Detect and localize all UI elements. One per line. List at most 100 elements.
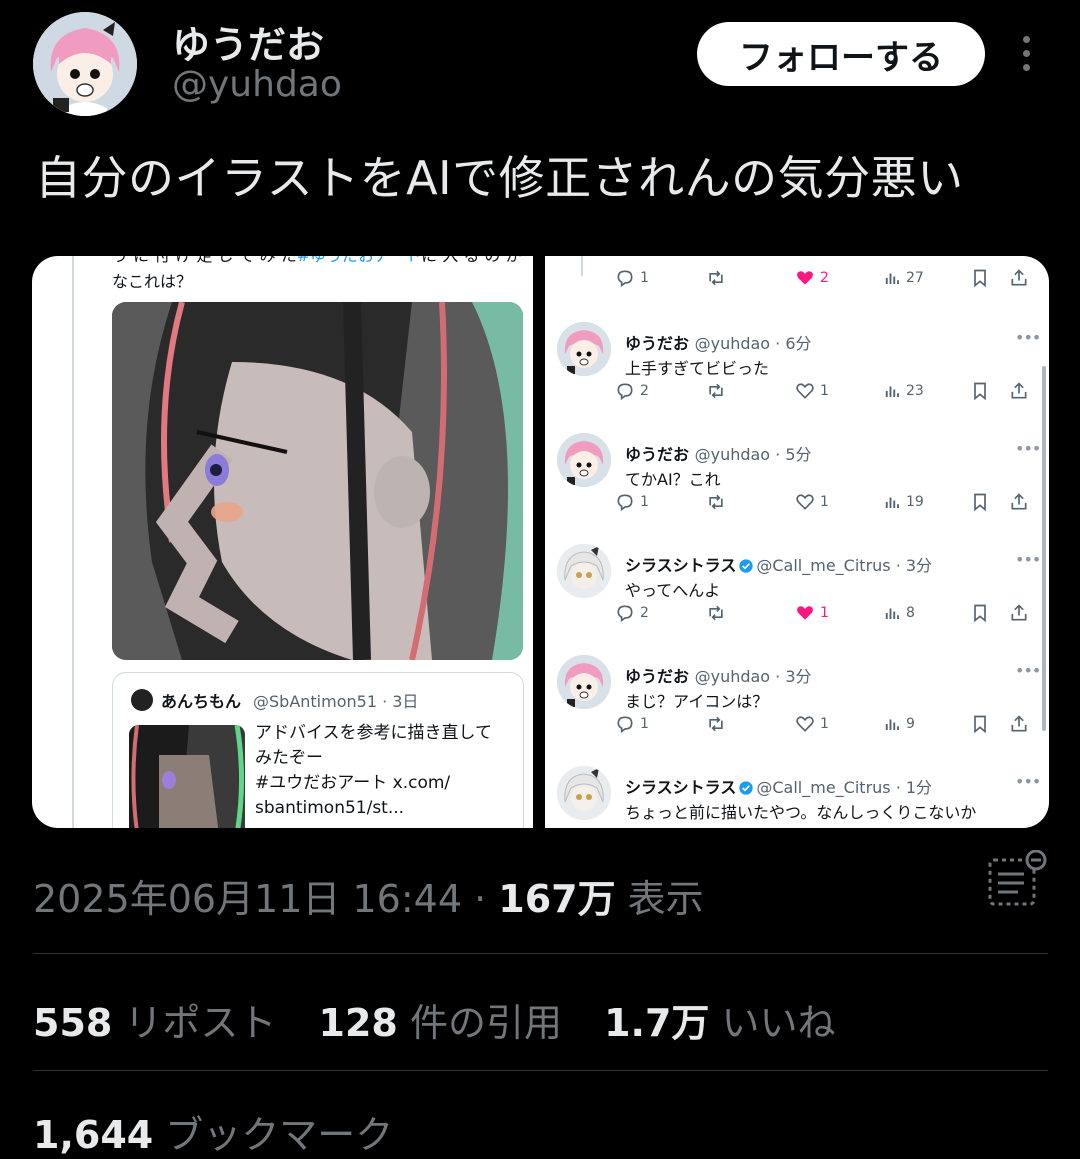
share-button[interactable]: [1009, 266, 1034, 290]
like-button[interactable]: 1: [795, 712, 829, 736]
more-icon[interactable]: •••: [1015, 661, 1041, 680]
verified-icon: [736, 556, 756, 575]
action-bar: 1 1 9: [617, 712, 1045, 736]
quoted-text-line: アドバイスを参考に描き直して: [255, 723, 492, 743]
reply-avatar[interactable]: [557, 544, 611, 598]
like-icon: [795, 714, 820, 734]
reply-count: 1: [640, 716, 649, 732]
bookmark-button[interactable]: [970, 601, 995, 625]
views-icon: [883, 269, 906, 287]
retweet-button[interactable]: [705, 490, 732, 514]
bookmark-button[interactable]: [970, 490, 995, 514]
tweet-media[interactable]: う に 付 け 足 し て み た#ゆうだおアートに 入 る の か なこれは？: [32, 256, 1049, 828]
share-button[interactable]: [1009, 490, 1034, 514]
views-button[interactable]: 8: [883, 601, 915, 625]
follow-button[interactable]: フォローする: [697, 22, 985, 86]
reply-author[interactable]: シラスシトラス @Call_me_Citrus · 1分: [625, 774, 932, 798]
share-button[interactable]: [1009, 601, 1034, 625]
like-button[interactable]: 1: [795, 379, 829, 403]
scrollbar[interactable]: [1042, 366, 1046, 731]
reply-button[interactable]: 2: [615, 601, 649, 625]
thread-line: [72, 256, 74, 828]
retweet-icon: [705, 492, 732, 512]
like-count: 1: [820, 494, 829, 510]
like-count: 1: [820, 383, 829, 399]
more-icon[interactable]: •••: [1015, 772, 1041, 791]
reply-count: 2: [640, 605, 649, 621]
reply-text: やってへんよ: [625, 581, 721, 600]
reply-handle-time: @yuhdao · 3分: [694, 667, 812, 686]
share-button[interactable]: [1009, 712, 1034, 736]
retweet-button[interactable]: [705, 601, 732, 625]
reply-text: まじ？アイコンは？: [625, 692, 769, 711]
likes-stat[interactable]: 1.7万 いいね: [604, 1001, 835, 1045]
bookmark-button[interactable]: [970, 379, 995, 403]
share-button[interactable]: [1009, 379, 1034, 403]
reply-author-name: ゆうだお: [625, 445, 690, 464]
more-vertical-icon[interactable]: [1014, 36, 1038, 76]
like-button[interactable]: 1: [795, 490, 829, 514]
left-top-line-2: なこれは？: [112, 272, 193, 291]
reply-author-name: シラスシトラス: [625, 556, 737, 575]
more-icon[interactable]: •••: [1015, 328, 1041, 347]
left-top-text-2: に 入 る の か: [421, 256, 521, 265]
reply-icon: [615, 603, 640, 623]
reply-button[interactable]: 1: [615, 712, 649, 736]
reply-author[interactable]: ゆうだお @yuhdao · 5分: [625, 441, 812, 465]
reply-count: 1: [640, 270, 649, 286]
views-count: 9: [906, 716, 915, 732]
retweet-button[interactable]: [705, 266, 732, 290]
reply-avatar[interactable]: [557, 322, 611, 376]
author-avatar[interactable]: [33, 12, 137, 116]
views-button[interactable]: 23: [883, 379, 924, 403]
share-icon: [1009, 380, 1034, 402]
like-button[interactable]: 1: [795, 601, 829, 625]
retweet-button[interactable]: [705, 712, 732, 736]
reply-avatar[interactable]: [557, 766, 611, 820]
reply-handle-time: @Call_me_Citrus · 3分: [756, 556, 933, 575]
like-button[interactable]: 2: [795, 266, 829, 290]
reply-text: 上手すぎてビビった: [625, 359, 770, 378]
reply-icon: [615, 492, 640, 512]
views-button[interactable]: 27: [883, 266, 924, 290]
views-button[interactable]: 9: [883, 712, 915, 736]
timestamp[interactable]: 2025年06月11日 16:44 ·: [33, 877, 498, 921]
reposts-stat[interactable]: 558 リポスト: [33, 1001, 276, 1045]
engagement-stats: 558 リポスト 128 件の引用 1.7万 いいね: [33, 992, 866, 1047]
bookmark-icon: [970, 267, 995, 289]
more-icon[interactable]: •••: [1015, 550, 1041, 569]
author-handle[interactable]: @yuhdao: [172, 64, 342, 105]
views-button[interactable]: 19: [883, 490, 924, 514]
bookmark-button[interactable]: [970, 266, 995, 290]
tweet-header: ゆうだお @yuhdao フォローする: [0, 0, 1080, 130]
quotes-stat[interactable]: 128 件の引用: [319, 1001, 562, 1045]
reply-button[interactable]: 1: [615, 490, 649, 514]
reply-author[interactable]: シラスシトラス @Call_me_Citrus · 3分: [625, 552, 932, 576]
reply-avatar[interactable]: [557, 655, 611, 709]
reply-handle-time: @Call_me_Citrus · 1分: [756, 778, 933, 797]
retweet-button[interactable]: [705, 379, 732, 403]
bookmarks-stat[interactable]: 1,644 ブックマーク: [33, 1104, 393, 1159]
tweet-text: 自分のイラストをAIで修正されんの気分悪い: [35, 151, 964, 205]
divider: [33, 1070, 1048, 1071]
likes-count: 1.7万: [604, 1001, 710, 1045]
reply-button[interactable]: 2: [615, 379, 649, 403]
like-icon: [795, 603, 820, 623]
left-top-text: う に 付 け 足 し て み た: [112, 256, 297, 265]
reply-author[interactable]: ゆうだお @yuhdao · 3分: [625, 663, 812, 687]
reply-button[interactable]: 1: [615, 266, 649, 290]
post-summary-icon[interactable]: [984, 849, 1048, 910]
like-count: 1: [820, 605, 829, 621]
reply-author-name: シラスシトラス: [625, 778, 737, 797]
author-name[interactable]: ゆうだお: [172, 14, 324, 69]
more-icon[interactable]: •••: [1015, 439, 1041, 458]
quoted-tweet[interactable]: あんちもん @SbAntimon51 · 3日 アドバイスを参考に描き直して み…: [112, 672, 524, 828]
bookmark-button[interactable]: [970, 712, 995, 736]
reply-author[interactable]: ゆうだお @yuhdao · 6分: [625, 330, 812, 354]
bookmarks-label: ブックマーク: [165, 1113, 394, 1157]
quoted-text-line: #ユウだおアート x.com/: [255, 773, 451, 793]
reply-author-name: ゆうだお: [625, 334, 690, 353]
media-image-right[interactable]: 1 2 27 ゆうだお @yuhdao · 6分 ••• 上手すぎてビビった 2 1 23 ゆうだ…: [545, 256, 1049, 828]
reply-avatar[interactable]: [557, 433, 611, 487]
media-image-left[interactable]: う に 付 け 足 し て み た#ゆうだおアートに 入 る の か なこれは？: [32, 256, 533, 828]
